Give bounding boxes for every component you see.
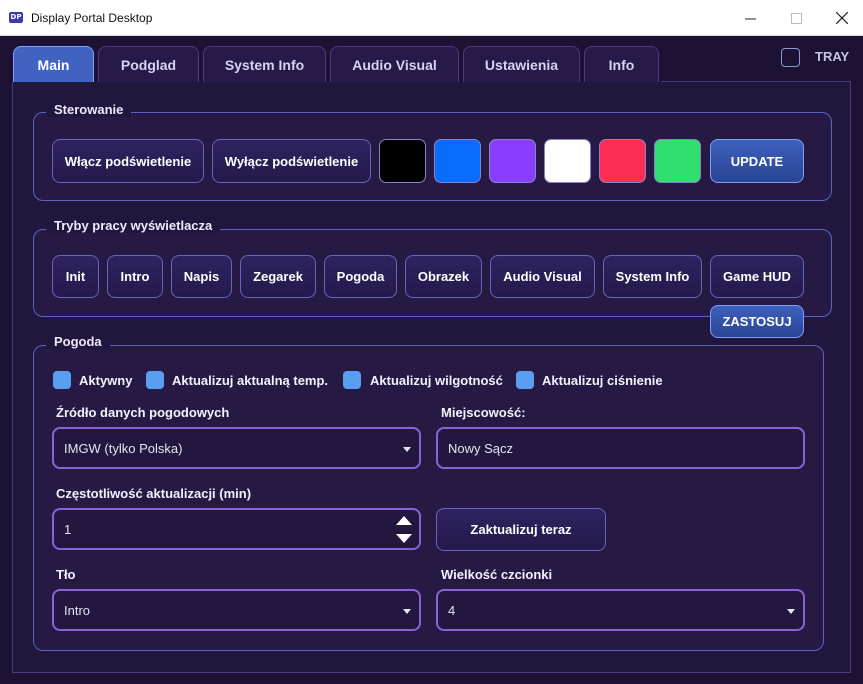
minimize-icon — [744, 18, 756, 19]
color-swatch-red[interactable] — [599, 139, 646, 183]
update-humidity-label: Aktualizuj wilgotność — [370, 373, 503, 388]
city-input[interactable]: Nowy Sącz — [436, 427, 805, 469]
tab-main[interactable]: Main — [13, 46, 94, 82]
color-swatch-white[interactable] — [544, 139, 591, 183]
tab-info[interactable]: Info — [584, 46, 659, 82]
minimize-button[interactable] — [727, 0, 773, 36]
active-label: Aktywny — [79, 373, 133, 388]
close-icon — [836, 12, 848, 24]
update-pressure-checkbox[interactable] — [516, 371, 534, 389]
apply-mode-button[interactable]: ZASTOSUJ — [710, 305, 804, 338]
tab-podglad[interactable]: Podglad — [98, 46, 199, 82]
update-temp-checkbox[interactable] — [146, 371, 164, 389]
mode-button-system-info[interactable]: System Info — [603, 255, 702, 298]
tray-checkbox[interactable] — [781, 48, 800, 67]
frequency-label: Częstotliwość aktualizacji (min) — [56, 486, 252, 501]
font-size-value: 4 — [448, 602, 456, 618]
background-label: Tło — [56, 567, 76, 582]
mode-button-game-hud[interactable]: Game HUD — [710, 255, 804, 298]
mode-button-init[interactable]: Init — [52, 255, 99, 298]
background-value: Intro — [64, 602, 91, 618]
color-swatch-blue[interactable] — [434, 139, 481, 183]
city-value: Nowy Sącz — [448, 440, 514, 456]
frequency-spinbox[interactable]: 1 — [52, 508, 421, 550]
tab-system-info[interactable]: System Info — [203, 46, 326, 82]
frequency-value: 1 — [64, 521, 72, 537]
maximize-icon — [790, 12, 802, 24]
tray-label: TRAY — [815, 49, 850, 64]
mode-button-napis[interactable]: Napis — [171, 255, 232, 298]
mode-button-intro[interactable]: Intro — [107, 255, 163, 298]
update-temp-label: Aktualizuj aktualną temp. — [172, 373, 329, 388]
tab-audio-visual[interactable]: Audio Visual — [330, 46, 459, 82]
update-humidity-checkbox[interactable] — [343, 371, 361, 389]
mode-button-audio-visual[interactable]: Audio Visual — [490, 255, 595, 298]
weather-source-value: IMGW (tylko Polska) — [64, 440, 183, 456]
font-size-select[interactable]: 4 — [436, 589, 805, 631]
app-icon: DP — [9, 12, 23, 23]
color-swatch-green[interactable] — [654, 139, 701, 183]
title-bar: DP Display Portal Desktop — [0, 0, 863, 36]
color-swatch-black[interactable] — [379, 139, 426, 183]
update-pressure-label: Aktualizuj ciśnienie — [542, 373, 663, 388]
tryby-title: Tryby pracy wyświetlacza — [46, 218, 221, 233]
tab-ustawienia[interactable]: Ustawienia — [463, 46, 580, 82]
weather-source-label: Źródło danych pogodowych — [56, 405, 230, 420]
font-size-label: Wielkość czcionki — [441, 567, 553, 582]
window-title: Display Portal Desktop — [31, 11, 153, 25]
mode-button-zegarek[interactable]: Zegarek — [240, 255, 316, 298]
mode-button-pogoda[interactable]: Pogoda — [324, 255, 397, 298]
update-now-button[interactable]: Zaktualizuj teraz — [436, 508, 606, 551]
sterowanie-title: Sterowanie — [46, 102, 132, 117]
backlight-on-button[interactable]: Włącz podświetlenie — [52, 139, 204, 183]
mode-button-obrazek[interactable]: Obrazek — [405, 255, 482, 298]
backlight-off-button[interactable]: Wyłącz podświetlenie — [212, 139, 371, 183]
background-select[interactable]: Intro — [52, 589, 421, 631]
maximize-button[interactable] — [773, 0, 819, 36]
chevron-down-icon — [403, 609, 411, 614]
spin-down-icon[interactable] — [396, 534, 412, 543]
city-label: Miejscowość: — [441, 405, 526, 420]
chevron-down-icon — [403, 447, 411, 452]
close-button[interactable] — [819, 0, 863, 36]
weather-source-select[interactable]: IMGW (tylko Polska) — [52, 427, 421, 469]
spin-up-icon[interactable] — [396, 516, 412, 525]
color-swatch-purple[interactable] — [489, 139, 536, 183]
pogoda-title: Pogoda — [46, 334, 110, 349]
active-checkbox[interactable] — [53, 371, 71, 389]
update-button[interactable]: UPDATE — [710, 139, 804, 183]
chevron-down-icon — [787, 609, 795, 614]
